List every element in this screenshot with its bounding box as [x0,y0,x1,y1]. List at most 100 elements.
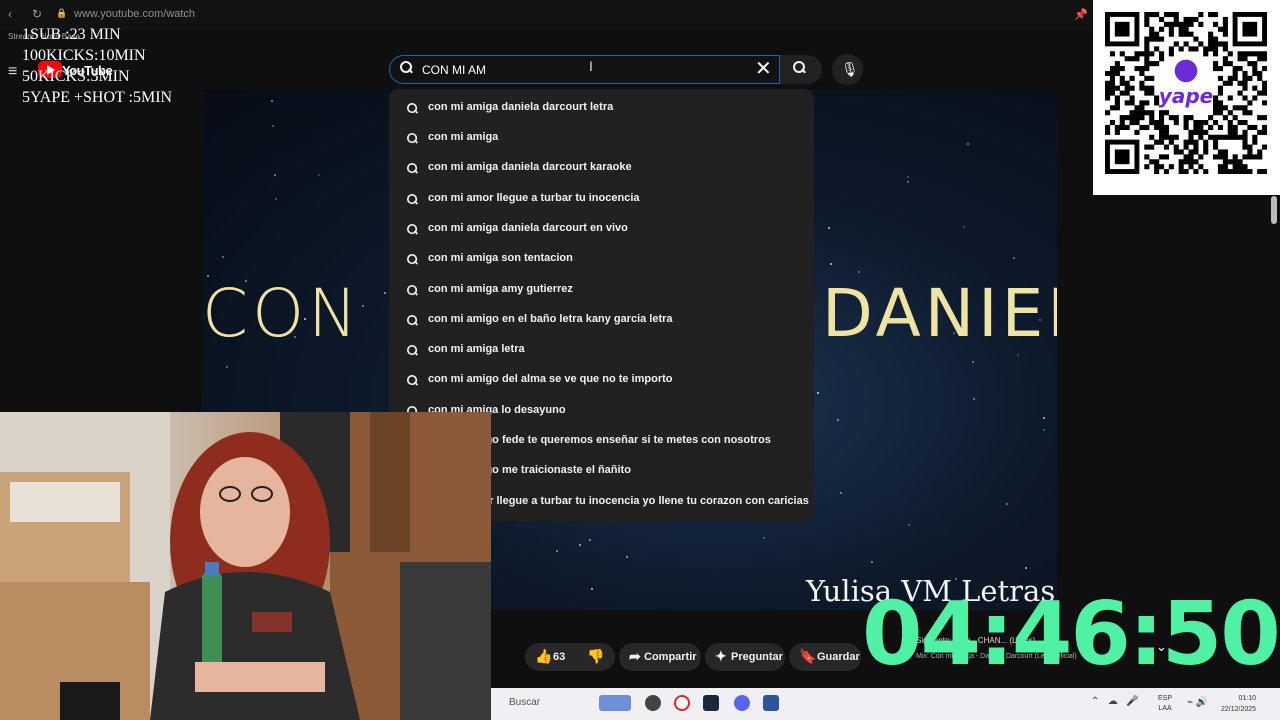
save-button[interactable]: 🔖 Guardar [789,643,861,671]
reload-icon[interactable]: ↻ [32,7,42,21]
star [817,392,819,394]
back-icon[interactable]: ‹ [8,7,12,21]
star [1025,567,1027,569]
search-icon [406,284,418,296]
webcam-scene [0,412,491,720]
star [626,556,628,558]
suggestion-item[interactable]: con mi amigo del alma se ve que no te im… [389,363,814,393]
suggestion-item[interactable]: con mi amiga [389,121,814,151]
search-icon [406,223,418,235]
yape-logo: yape [1159,84,1213,108]
suggestion-item[interactable]: con mi amiga daniela darcourt letra [389,91,814,121]
opera-icon[interactable] [674,695,690,711]
star [271,100,273,102]
star [830,263,832,265]
star [907,176,909,178]
stream-goals-overlay: 1SUB :23 MIN 100KICKS:10MIN 50KICKS:3MIN… [22,24,172,108]
search-input[interactable] [422,59,752,80]
overlay-line: 100KICKS:10MIN [22,47,146,64]
star [1043,429,1045,431]
clear-search-button[interactable]: ✕ [755,58,772,80]
address-bar[interactable]: www.youtube.com/watch [74,8,195,20]
star [1043,417,1045,419]
star [907,181,909,183]
search-icon [406,344,418,356]
star [840,492,842,494]
sparkle-icon: ✦ [715,648,727,664]
windows-taskbar: Buscar ⌃ ☁ 🎤 ESP LAA ⌁ 🔊 01:10 22/12/202… [491,688,1280,720]
suggestion-item[interactable]: con mi amiga daniela darcourt en vivo [389,212,814,242]
star [1013,257,1015,259]
star [362,305,364,307]
star [828,227,830,229]
taskbar-search[interactable]: Buscar [509,697,540,708]
microphone-icon: 🎙 [841,61,859,77]
steam-icon[interactable] [703,695,719,711]
search-icon [406,314,418,326]
star [275,198,277,200]
browser-toolbar: ‹ ↻ 🔒 www.youtube.com/watch 📌 [0,0,1280,30]
star [556,550,558,552]
like-dislike-group: 👍 63 👎 [525,643,615,671]
star [908,524,910,526]
star [272,125,274,127]
pin-icon[interactable]: 📌 [1074,8,1088,21]
lock-icon: 🔒 [56,8,68,18]
suggestion-item[interactable]: con mi amigo en el baño letra kany garci… [389,303,814,333]
suggestion-item[interactable]: con mi amiga amy gutierrez [389,273,814,303]
star [972,361,974,363]
yape-qr-panel: yape [1093,0,1280,195]
stream-timer: 04:46:50 [862,583,1280,685]
star [226,366,228,368]
search-button[interactable] [780,55,822,84]
search-icon [406,162,418,174]
star [963,226,965,228]
voice-search-button[interactable]: 🎙 [832,54,863,85]
search-icon [498,699,508,709]
star [763,537,765,539]
video-lyric-text-left: CON [202,275,362,352]
like-count[interactable]: 63 [553,651,565,663]
share-button[interactable]: ➦ Compartir [619,643,701,671]
overlay-line: 1SUB :23 MIN [22,26,121,43]
star [591,588,593,590]
bookmark-icon: 🔖 [799,648,817,664]
search-icon [406,253,418,265]
search-icon [406,132,418,144]
qr-code-icon: yape [1105,12,1267,174]
search-icon [400,61,413,74]
search-icon [793,61,806,74]
overlay-line: 50KICKS:3MIN [22,68,130,85]
dislike-icon[interactable]: 👎 [587,648,604,665]
scrollbar[interactable] [1271,196,1277,224]
search-box[interactable]: I ✕ [389,55,780,84]
star [274,174,276,176]
app-icon[interactable] [645,695,661,711]
word-icon[interactable] [763,695,779,711]
star [967,143,969,145]
share-icon: ➦ [629,648,641,664]
discord-icon[interactable] [734,695,750,711]
menu-icon[interactable]: ≡ [8,63,17,81]
like-icon[interactable]: 👍 [535,648,552,665]
star [579,544,581,546]
star [858,271,860,273]
star [384,292,386,294]
network-icon[interactable]: ⌁ 🔊 [1187,697,1208,708]
search-icon [406,193,418,205]
star [871,561,873,563]
widget-icon[interactable] [599,695,631,711]
suggestion-item[interactable]: con mi amiga daniela darcourt karaoke [389,151,814,181]
star [318,174,320,176]
clock[interactable]: 01:10 22/12/2025 [1221,693,1256,715]
overlay-line: 5YAPE +SHOT :5MIN [22,89,173,106]
video-lyric-text-right: DANIELA [822,275,1057,352]
suggestion-item[interactable]: con mi amiga son tentacion [389,242,814,272]
language-indicator[interactable]: ESP LAA [1158,694,1172,714]
suggestion-item[interactable]: con mi amor llegue a turbar tu inocencia [389,182,814,212]
search-icon [406,374,418,386]
system-tray-icons[interactable]: ⌃ ☁ 🎤 [1091,696,1139,707]
suggestion-item[interactable]: con mi amiga letra [389,333,814,363]
ask-button[interactable]: ✦ Preguntar [705,643,785,671]
text-cursor-icon: I [589,58,593,74]
